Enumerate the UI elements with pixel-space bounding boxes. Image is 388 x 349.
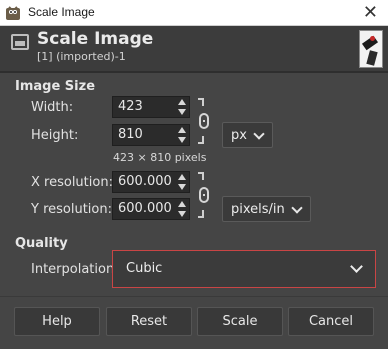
pixel-dimensions-text: 423 × 810 pixels — [113, 151, 207, 164]
width-spin-arrows[interactable] — [177, 98, 187, 116]
resolution-unit-dropdown[interactable]: pixels/in — [222, 196, 311, 222]
header-divider — [0, 71, 388, 73]
chevron-down-icon — [350, 260, 363, 273]
image-subtitle: [1] (imported)-1 — [37, 50, 126, 63]
image-thumbnail — [359, 30, 383, 68]
y-resolution-label: Y resolution: — [31, 202, 112, 217]
reset-button[interactable]: Reset — [106, 307, 192, 336]
x-resolution-spinner[interactable]: 600.000 — [112, 171, 190, 193]
width-value: 423 — [118, 99, 143, 114]
image-size-heading: Image Size — [15, 79, 96, 94]
cancel-button[interactable]: Cancel — [288, 307, 374, 336]
height-spinner[interactable]: 810 — [112, 124, 190, 146]
button-area-divider — [0, 296, 388, 297]
help-button[interactable]: Help — [14, 307, 100, 336]
width-spinner[interactable]: 423 — [112, 96, 190, 118]
quality-heading: Quality — [15, 236, 68, 251]
scale-button[interactable]: Scale — [197, 307, 283, 336]
window-title: Scale Image — [28, 5, 95, 19]
size-chain-icon[interactable] — [198, 98, 212, 144]
interpolation-label: Interpolation: — [31, 262, 119, 277]
y-resolution-value: 600.000 — [118, 201, 172, 216]
resolution-chain-icon[interactable] — [198, 172, 212, 218]
resolution-unit-value: pixels/in — [231, 202, 285, 217]
dialog-title: Scale Image — [37, 29, 154, 49]
x-resolution-label: X resolution: — [31, 175, 113, 190]
chevron-down-icon — [291, 202, 303, 214]
gimp-wilber-icon — [6, 6, 20, 20]
title-bar: Scale Image ✕ — [0, 0, 388, 26]
height-value: 810 — [118, 127, 143, 142]
y-resolution-spinner[interactable]: 600.000 — [112, 198, 190, 220]
width-label: Width: — [31, 100, 74, 115]
dialog-header: Scale Image [1] (imported)-1 — [0, 26, 388, 71]
x-resolution-value: 600.000 — [118, 174, 172, 189]
height-spin-arrows[interactable] — [177, 126, 187, 144]
size-unit-value: px — [231, 128, 247, 143]
close-icon[interactable]: ✕ — [363, 2, 378, 23]
chevron-down-icon — [253, 128, 265, 140]
height-label: Height: — [31, 128, 79, 143]
y-resolution-spin-arrows[interactable] — [177, 200, 187, 218]
image-icon — [11, 34, 29, 50]
size-unit-dropdown[interactable]: px — [222, 122, 273, 148]
x-resolution-spin-arrows[interactable] — [177, 173, 187, 191]
interpolation-value: Cubic — [126, 261, 163, 276]
interpolation-dropdown[interactable]: Cubic — [112, 250, 376, 288]
